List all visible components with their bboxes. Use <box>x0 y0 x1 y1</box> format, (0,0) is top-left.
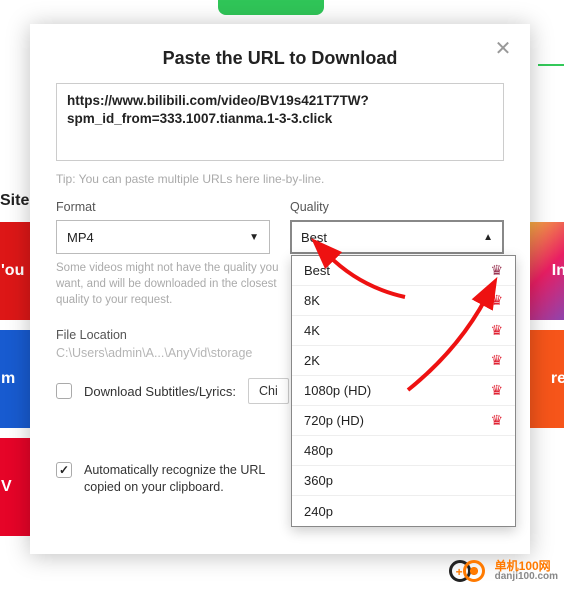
quality-value: Best <box>301 230 327 245</box>
format-note: Some videos might not have the quality y… <box>56 260 286 308</box>
crown-icon: ♛ <box>490 262 503 279</box>
watermark: + 单机100网 danji100.com <box>449 558 558 584</box>
quality-option-label: 2K <box>304 353 320 368</box>
chevron-up-icon: ▲ <box>483 232 493 243</box>
subtitles-language-button[interactable]: Chi <box>248 378 289 404</box>
quality-label: Quality <box>290 200 504 214</box>
auto-recognize-label: Automatically recognize the URL copied o… <box>84 462 274 495</box>
quality-column: Quality Best ▲ Best♛8K♛4K♛2K♛1080p (HD)♛… <box>290 200 504 254</box>
quality-option-label: 240p <box>304 504 333 519</box>
url-hint: Tip: You can paste multiple URLs here li… <box>56 172 504 186</box>
bg-tile-instagram: In <box>528 222 564 320</box>
watermark-logo-icon: + <box>449 558 489 584</box>
dialog-title: Paste the URL to Download <box>56 48 504 69</box>
annotation-arrow-2 <box>388 280 508 403</box>
quality-option[interactable]: 360p <box>292 466 515 496</box>
auto-recognize-checkbox[interactable] <box>56 462 72 478</box>
bg-green-button <box>218 0 324 15</box>
bg-accent-line <box>538 64 564 66</box>
quality-option-label: 8K <box>304 293 320 308</box>
chevron-down-icon: ▼ <box>249 232 259 243</box>
format-column: Format MP4 ▼ <box>56 200 270 254</box>
quality-option[interactable]: 240p <box>292 496 515 526</box>
quality-option-label: 360p <box>304 473 333 488</box>
format-select[interactable]: MP4 ▼ <box>56 220 270 254</box>
quality-option[interactable]: 720p (HD) ♛ <box>292 406 515 436</box>
url-input[interactable] <box>56 83 504 161</box>
bg-tile-reddit: re <box>528 330 564 428</box>
format-label: Format <box>56 200 270 214</box>
close-icon[interactable]: ✕ <box>492 38 514 60</box>
format-value: MP4 <box>67 230 94 245</box>
watermark-en: danji100.com <box>495 572 558 582</box>
quality-option-label: 4K <box>304 323 320 338</box>
quality-option[interactable]: 480p <box>292 436 515 466</box>
quality-option-label: 720p (HD) <box>304 413 364 428</box>
quality-option-label: 1080p (HD) <box>304 383 371 398</box>
quality-option-label: 480p <box>304 443 333 458</box>
crown-icon: ♛ <box>490 412 503 429</box>
subtitles-checkbox[interactable] <box>56 383 72 399</box>
subtitles-label: Download Subtitles/Lyrics: <box>84 384 236 399</box>
